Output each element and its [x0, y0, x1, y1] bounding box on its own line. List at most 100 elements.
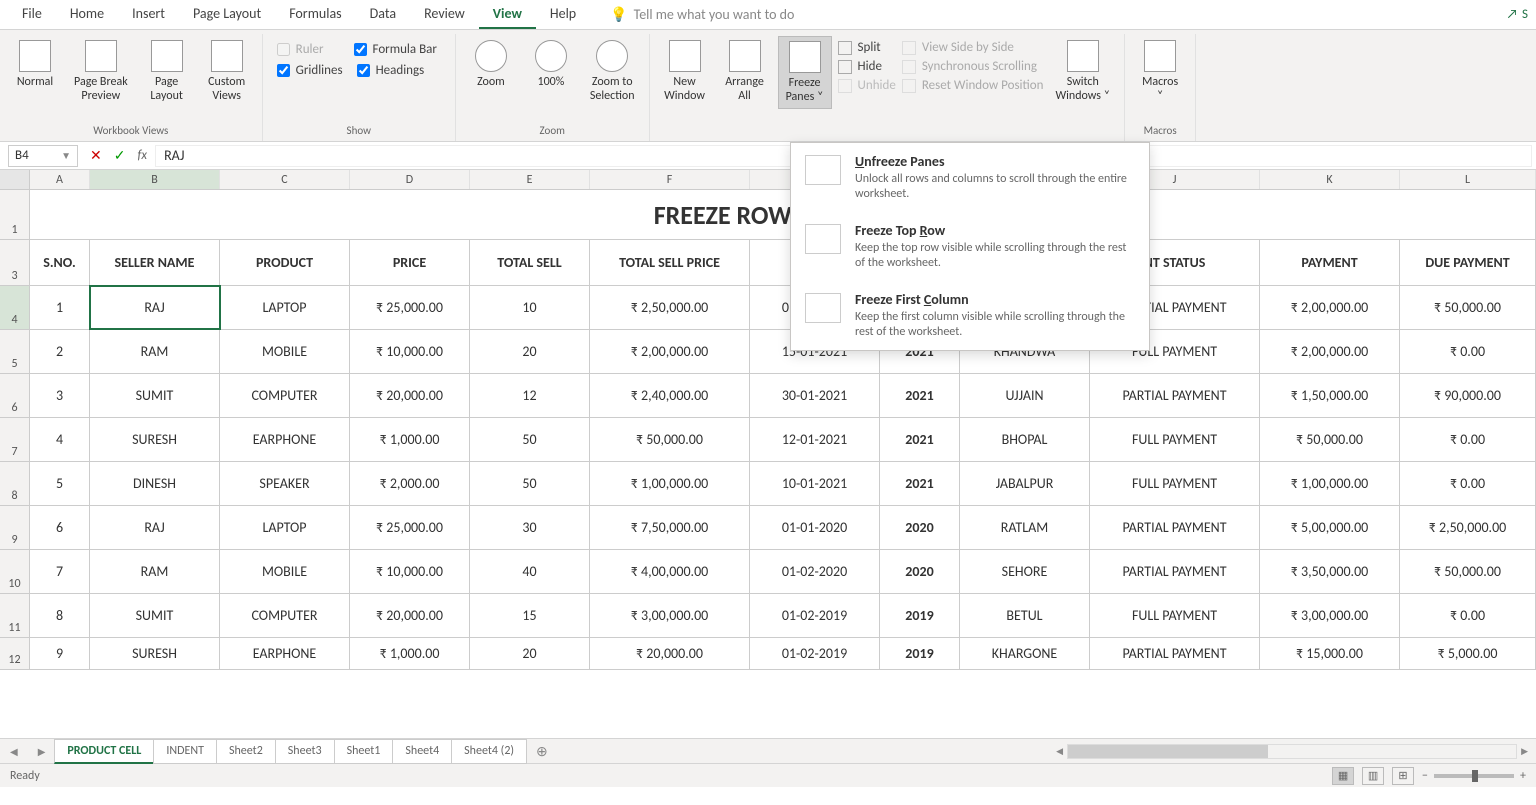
row-header[interactable]: 7 — [0, 418, 30, 461]
data-cell[interactable]: LAPTOP — [220, 286, 350, 329]
cancel-icon[interactable]: ✕ — [90, 147, 102, 164]
data-cell[interactable]: EARPHONE — [220, 638, 350, 669]
data-cell[interactable]: ₹ 0.00 — [1400, 462, 1536, 505]
data-cell[interactable]: ₹ 90,000.00 — [1400, 374, 1536, 417]
data-cell[interactable]: ₹ 4,00,000.00 — [590, 550, 750, 593]
data-cell[interactable]: ₹ 1,000.00 — [350, 638, 470, 669]
data-cell[interactable]: 20 — [470, 330, 590, 373]
data-cell[interactable]: 40 — [470, 550, 590, 593]
data-cell[interactable]: ₹ 50,000.00 — [1400, 550, 1536, 593]
header-cell[interactable]: PRODUCT — [220, 240, 350, 285]
data-cell[interactable]: ₹ 10,000.00 — [350, 550, 470, 593]
data-cell[interactable]: 8 — [30, 594, 90, 637]
data-cell[interactable]: 2020 — [880, 506, 960, 549]
new-window-button[interactable]: New Window — [658, 36, 712, 107]
header-cell[interactable]: S.NO. — [30, 240, 90, 285]
data-cell[interactable]: ₹ 50,000.00 — [1400, 286, 1536, 329]
data-cell[interactable]: ₹ 5,000.00 — [1400, 638, 1536, 669]
data-cell[interactable]: ₹ 3,00,000.00 — [590, 594, 750, 637]
data-cell[interactable]: ₹ 0.00 — [1400, 330, 1536, 373]
data-cell[interactable]: PARTIAL PAYMENT — [1090, 550, 1260, 593]
tell-me[interactable]: 💡 Tell me what you want to do — [610, 6, 794, 23]
zoom-100-button[interactable]: 100% — [524, 36, 578, 93]
column-header-D[interactable]: D — [350, 170, 470, 189]
data-cell[interactable]: ₹ 10,000.00 — [350, 330, 470, 373]
data-cell[interactable]: ₹ 1,50,000.00 — [1260, 374, 1400, 417]
row-header[interactable]: 5 — [0, 330, 30, 373]
data-cell[interactable]: 30-01-2021 — [750, 374, 880, 417]
data-cell[interactable]: ₹ 1,00,000.00 — [590, 462, 750, 505]
menu-tab-insert[interactable]: Insert — [118, 0, 179, 29]
row-header[interactable]: 1 — [0, 190, 30, 239]
data-cell[interactable]: ₹ 7,50,000.00 — [590, 506, 750, 549]
new-sheet-button[interactable]: ⊕ — [526, 741, 558, 762]
header-cell[interactable]: PAYMENT — [1260, 240, 1400, 285]
data-cell[interactable]: MOBILE — [220, 330, 350, 373]
data-cell[interactable]: ₹ 25,000.00 — [350, 286, 470, 329]
name-box[interactable]: B4▼ — [8, 145, 78, 167]
data-cell[interactable]: 10-01-2021 — [750, 462, 880, 505]
column-header-E[interactable]: E — [470, 170, 590, 189]
worksheet-grid[interactable]: ABCDEFGHIJKL 1 FREEZE ROW AND COLU 3S.NO… — [0, 170, 1536, 738]
data-cell[interactable]: RAJ — [90, 286, 220, 329]
data-cell[interactable]: SEHORE — [960, 550, 1090, 593]
row-header[interactable]: 6 — [0, 374, 30, 417]
ruler-checkbox[interactable]: Ruler — [277, 42, 324, 57]
data-cell[interactable]: 9 — [30, 638, 90, 669]
column-header-A[interactable]: A — [30, 170, 90, 189]
data-cell[interactable]: 3 — [30, 374, 90, 417]
column-header-C[interactable]: C — [220, 170, 350, 189]
freeze-option-0[interactable]: Unfreeze PanesUnlock all rows and column… — [791, 143, 1149, 212]
select-all-corner[interactable] — [0, 170, 30, 189]
page-layout-button[interactable]: Page Layout — [140, 36, 194, 107]
zoom-in-icon[interactable]: + — [1520, 769, 1526, 783]
data-cell[interactable]: 2021 — [880, 418, 960, 461]
data-cell[interactable]: 01-02-2019 — [750, 638, 880, 669]
menu-tab-page-layout[interactable]: Page Layout — [179, 0, 275, 29]
data-cell[interactable]: JABALPUR — [960, 462, 1090, 505]
data-cell[interactable]: ₹ 1,000.00 — [350, 418, 470, 461]
formula-bar-checkbox[interactable]: Formula Bar — [354, 42, 437, 57]
data-cell[interactable]: 15 — [470, 594, 590, 637]
column-header-B[interactable]: B — [90, 170, 220, 189]
scrollbar-thumb[interactable] — [1068, 745, 1268, 758]
zoom-out-icon[interactable]: − — [1422, 769, 1428, 783]
data-cell[interactable]: SPEAKER — [220, 462, 350, 505]
data-cell[interactable]: COMPUTER — [220, 374, 350, 417]
data-cell[interactable]: PARTIAL PAYMENT — [1090, 374, 1260, 417]
data-cell[interactable]: COMPUTER — [220, 594, 350, 637]
sheet-nav-prev[interactable]: ◀ — [0, 745, 28, 758]
data-cell[interactable]: LAPTOP — [220, 506, 350, 549]
data-cell[interactable]: FULL PAYMENT — [1090, 418, 1260, 461]
split-option[interactable]: Split — [838, 40, 896, 55]
gridlines-checkbox[interactable]: Gridlines — [277, 63, 343, 78]
data-cell[interactable]: 01-02-2019 — [750, 594, 880, 637]
row-header[interactable]: 4 — [0, 286, 30, 329]
data-cell[interactable]: ₹ 2,50,000.00 — [590, 286, 750, 329]
data-cell[interactable]: 01-02-2020 — [750, 550, 880, 593]
data-cell[interactable]: ₹ 0.00 — [1400, 594, 1536, 637]
data-cell[interactable]: ₹ 2,00,000.00 — [1260, 286, 1400, 329]
data-cell[interactable]: ₹ 1,00,000.00 — [1260, 462, 1400, 505]
data-cell[interactable]: DINESH — [90, 462, 220, 505]
page-layout-view-icon[interactable]: ▥ — [1362, 767, 1384, 785]
data-cell[interactable]: ₹ 3,00,000.00 — [1260, 594, 1400, 637]
normal-view-icon[interactable]: ▦ — [1332, 767, 1354, 785]
data-cell[interactable]: 2019 — [880, 638, 960, 669]
data-cell[interactable]: ₹ 2,50,000.00 — [1400, 506, 1536, 549]
row-header[interactable]: 8 — [0, 462, 30, 505]
sheet-tab[interactable]: PRODUCT CELL — [54, 739, 154, 764]
freeze-panes-button[interactable]: Freeze Panes ˅ — [778, 36, 832, 109]
menu-tab-review[interactable]: Review — [410, 0, 479, 29]
data-cell[interactable]: FULL PAYMENT — [1090, 462, 1260, 505]
data-cell[interactable]: 2021 — [880, 374, 960, 417]
data-cell[interactable]: UJJAIN — [960, 374, 1090, 417]
chevron-down-icon[interactable]: ▼ — [61, 149, 71, 162]
hide-option[interactable]: Hide — [838, 59, 896, 74]
headings-checkbox[interactable]: Headings — [357, 63, 425, 78]
menu-tab-formulas[interactable]: Formulas — [275, 0, 355, 29]
zoom-slider[interactable]: − + — [1422, 769, 1526, 783]
sheet-tab[interactable]: Sheet2 — [216, 739, 276, 764]
zoom-button[interactable]: Zoom — [464, 36, 518, 93]
data-cell[interactable]: ₹ 2,000.00 — [350, 462, 470, 505]
